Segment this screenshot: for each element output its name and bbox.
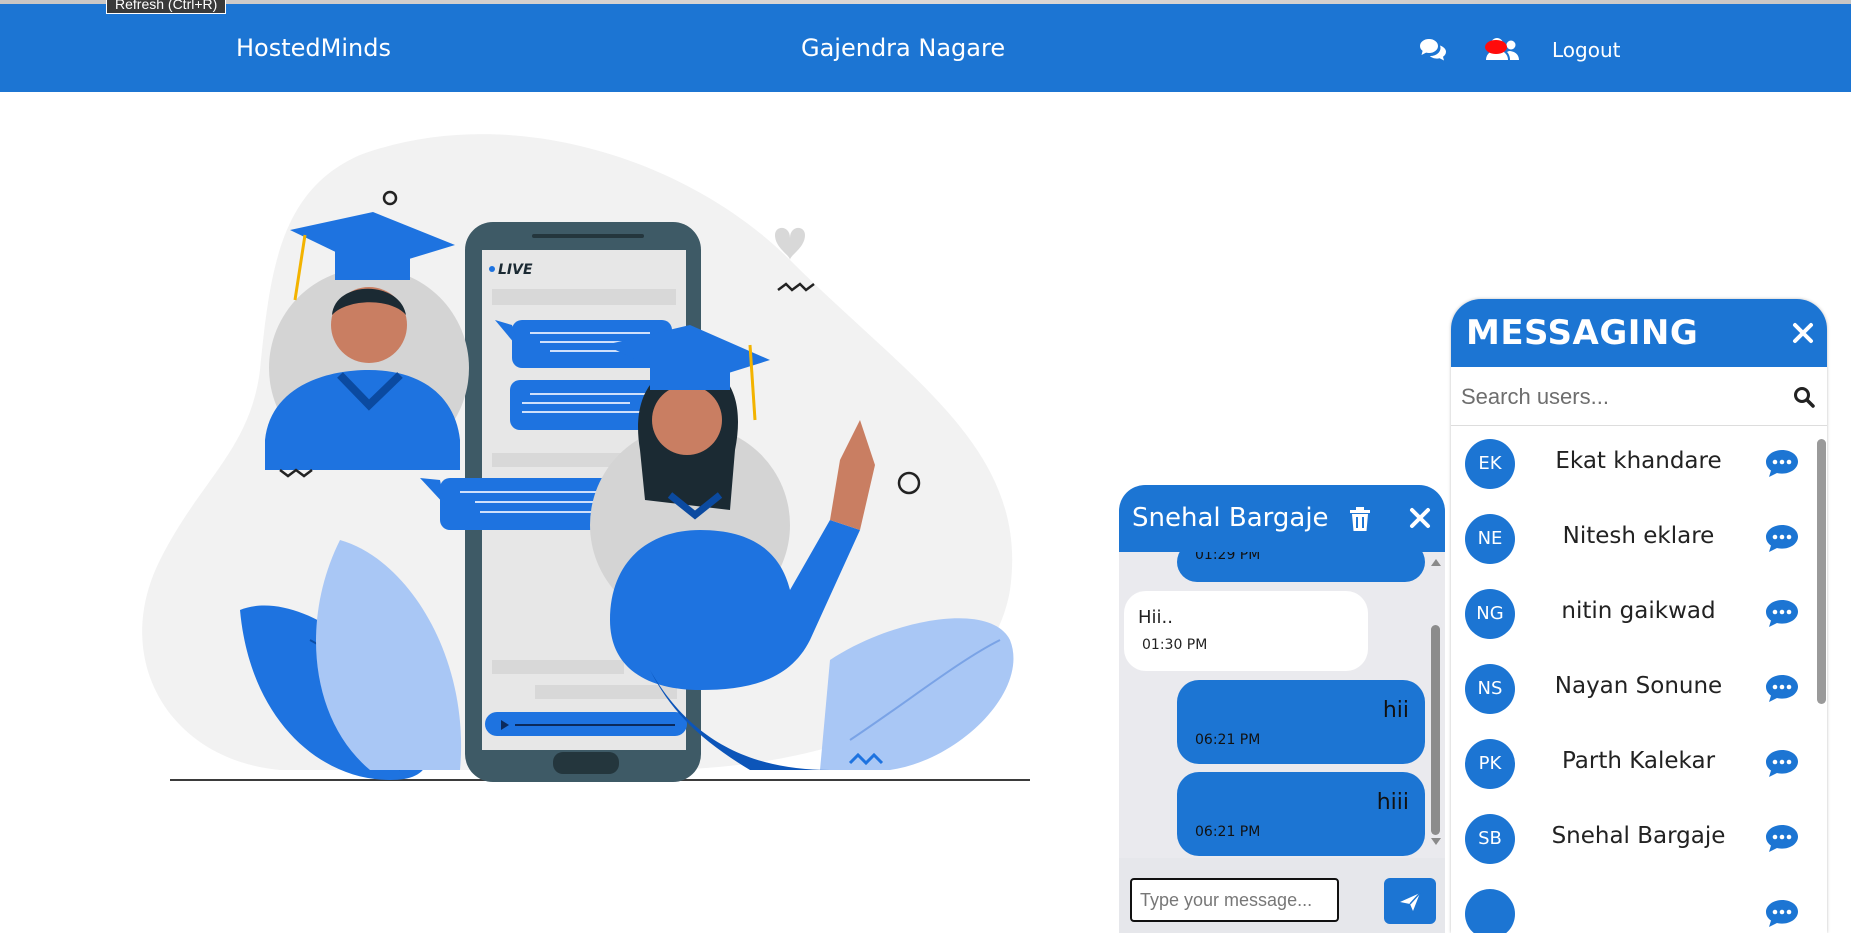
send-icon <box>1400 892 1421 911</box>
message-bubble: Hii.. 01:30 PM <box>1124 591 1368 671</box>
user-list[interactable]: EK Ekat khandare NE Nitesh eklare NG nit… <box>1451 426 1811 933</box>
message-bubble: hiii 06:21 PM <box>1177 772 1425 856</box>
message-time: 06:21 PM <box>1195 824 1261 840</box>
chat-messages[interactable]: 01:29 PM Hii.. 01:30 PM hii 06:21 PM hii… <box>1119 552 1445 858</box>
logout-link[interactable]: Logout <box>1552 38 1620 62</box>
user-row[interactable]: NS Nayan Sonune <box>1451 651 1811 726</box>
chat-bubbles-icon[interactable] <box>1419 38 1447 66</box>
messaging-title: MESSAGING <box>1466 313 1699 353</box>
user-row[interactable]: SB Snehal Bargaje <box>1451 801 1811 876</box>
message-text: hiii <box>1376 790 1409 815</box>
chat-composer <box>1119 858 1445 933</box>
messaging-panel: MESSAGING EK Ekat khandare NE Nitesh ekl… <box>1451 299 1827 933</box>
brand-link[interactable]: HostedMinds <box>236 34 391 62</box>
avatar: PK <box>1465 739 1515 789</box>
user-row[interactable]: EK Ekat khandare <box>1451 426 1811 501</box>
search-icon[interactable] <box>1793 386 1815 412</box>
user-row[interactable] <box>1451 876 1811 933</box>
chat-window: Snehal Bargaje 01:29 PM Hii.. 01:30 PM h… <box>1119 485 1445 933</box>
chat-bubble-icon[interactable] <box>1765 673 1799 707</box>
user-row[interactable]: NE Nitesh eklare <box>1451 501 1811 576</box>
refresh-tooltip: Refresh (Ctrl+R) <box>106 0 227 14</box>
send-button[interactable] <box>1384 878 1436 924</box>
notification-dot <box>1485 40 1507 54</box>
close-icon[interactable] <box>1791 321 1815 349</box>
avatar: SB <box>1465 814 1515 864</box>
hero-illustration: LIVE <box>142 134 1030 782</box>
message-bubble: hii 06:21 PM <box>1177 680 1425 764</box>
user-name: nitin gaikwad <box>1561 598 1716 624</box>
user-name: Parth Kalekar <box>1561 748 1716 774</box>
message-time: 01:29 PM <box>1195 552 1261 563</box>
avatar: NS <box>1465 664 1515 714</box>
user-row[interactable]: NG nitin gaikwad <box>1451 576 1811 651</box>
chat-scrollbar-thumb[interactable] <box>1431 625 1440 835</box>
live-label: LIVE <box>498 262 533 278</box>
user-list-scrollbar[interactable] <box>1817 439 1826 704</box>
avatar <box>1465 889 1515 933</box>
chat-bubble-icon[interactable] <box>1765 523 1799 557</box>
search-input[interactable] <box>1459 377 1793 417</box>
avatar: NG <box>1465 589 1515 639</box>
avatar: EK <box>1465 439 1515 489</box>
chat-bubble-icon[interactable] <box>1765 898 1799 932</box>
chat-bubble-icon[interactable] <box>1765 448 1799 482</box>
message-text: Hii.. <box>1138 607 1173 628</box>
user-search <box>1451 367 1827 426</box>
chat-header: Snehal Bargaje <box>1119 485 1445 552</box>
user-row[interactable]: PK Parth Kalekar <box>1451 726 1811 801</box>
user-name: Snehal Bargaje <box>1551 823 1726 849</box>
message-input[interactable] <box>1130 878 1339 922</box>
chat-bubble-icon[interactable] <box>1765 823 1799 857</box>
current-username: Gajendra Nagare <box>801 34 1006 62</box>
chat-bubble-icon[interactable] <box>1765 598 1799 632</box>
user-name: Ekat khandare <box>1555 448 1722 474</box>
trash-icon[interactable] <box>1349 507 1371 535</box>
user-name: Nayan Sonune <box>1554 673 1723 699</box>
message-text: hii <box>1382 698 1409 723</box>
close-icon[interactable] <box>1409 507 1431 533</box>
chat-bubble-icon[interactable] <box>1765 748 1799 782</box>
avatar: NE <box>1465 514 1515 564</box>
message-time: 01:30 PM <box>1142 637 1208 653</box>
navbar: HostedMinds Gajendra Nagare Logout <box>0 4 1851 92</box>
messaging-header: MESSAGING <box>1451 299 1827 367</box>
chat-title: Snehal Bargaje <box>1132 503 1329 533</box>
message-bubble: 01:29 PM <box>1177 552 1425 582</box>
message-time: 06:21 PM <box>1195 732 1261 748</box>
user-name: Nitesh eklare <box>1562 523 1715 549</box>
